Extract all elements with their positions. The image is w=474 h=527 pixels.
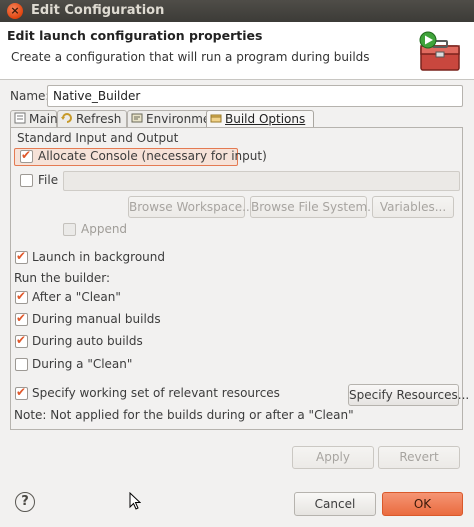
title-bar: × Edit Configuration <box>0 0 474 22</box>
browse-workspace-button[interactable]: Browse Workspace... <box>128 196 254 218</box>
during-clean-label: During a "Clean" <box>32 357 133 371</box>
header-title: Edit launch configuration properties <box>7 28 263 43</box>
close-window-icon[interactable]: × <box>7 3 23 19</box>
manual-builds-label: During manual builds <box>32 312 161 326</box>
tab-main[interactable]: Main <box>10 110 58 127</box>
help-icon[interactable]: ? <box>15 492 35 512</box>
run-builder-label: Run the builder: <box>14 271 110 285</box>
name-input[interactable] <box>47 85 463 107</box>
main-tab-icon <box>14 112 26 124</box>
append-checkbox[interactable] <box>63 223 76 236</box>
manual-builds-checkbox[interactable] <box>15 311 28 326</box>
tab-environment[interactable]: Environment <box>127 110 223 127</box>
toolbox-run-icon <box>419 31 460 71</box>
header-description: Create a configuration that will run a p… <box>11 50 370 64</box>
file-label: File <box>38 173 59 187</box>
during-clean-checkbox[interactable] <box>15 358 28 371</box>
variables-button[interactable]: Variables... <box>372 196 454 218</box>
cancel-button[interactable]: Cancel <box>294 492 376 516</box>
ok-button[interactable]: OK <box>382 492 463 516</box>
tab-build-options[interactable]: Build Options <box>206 110 314 127</box>
dialog-header: Edit launch configuration properties Cre… <box>0 22 474 80</box>
launch-background-checkbox[interactable] <box>15 249 28 264</box>
specify-resources-button[interactable]: Specify Resources... <box>348 384 469 406</box>
apply-button[interactable]: Apply <box>292 446 374 469</box>
clean-note: Note: Not applied for the builds during … <box>14 408 354 422</box>
build-options-icon <box>210 114 222 123</box>
after-clean-checkbox[interactable] <box>15 289 28 304</box>
tab-main-label: Main <box>29 112 58 126</box>
auto-builds-checkbox[interactable] <box>15 333 28 348</box>
working-set-checkbox[interactable] <box>15 385 28 400</box>
working-set-label: Specify working set of relevant resource… <box>32 386 280 400</box>
file-path-input[interactable] <box>63 171 460 191</box>
std-io-group-label: Standard Input and Output <box>17 131 179 145</box>
allocate-console-checkbox[interactable] <box>20 148 33 163</box>
file-checkbox[interactable] <box>20 174 33 187</box>
environment-icon <box>131 113 143 123</box>
window-title: Edit Configuration <box>31 3 165 18</box>
after-clean-label: After a "Clean" <box>32 290 121 304</box>
browse-file-system-button[interactable]: Browse File System... <box>250 196 379 218</box>
tab-refresh[interactable]: Refresh <box>57 110 127 127</box>
launch-background-label: Launch in background <box>32 250 165 264</box>
revert-button[interactable]: Revert <box>378 446 460 469</box>
name-label: Name: <box>10 89 50 103</box>
mouse-cursor-icon <box>129 492 141 510</box>
allocate-console-label: Allocate Console (necessary for input) <box>38 149 267 163</box>
refresh-icon <box>61 113 72 123</box>
tab-refresh-label: Refresh <box>76 112 122 126</box>
auto-builds-label: During auto builds <box>32 334 143 348</box>
tab-build-options-label: Build Options <box>225 112 306 126</box>
append-label: Append <box>81 222 128 236</box>
